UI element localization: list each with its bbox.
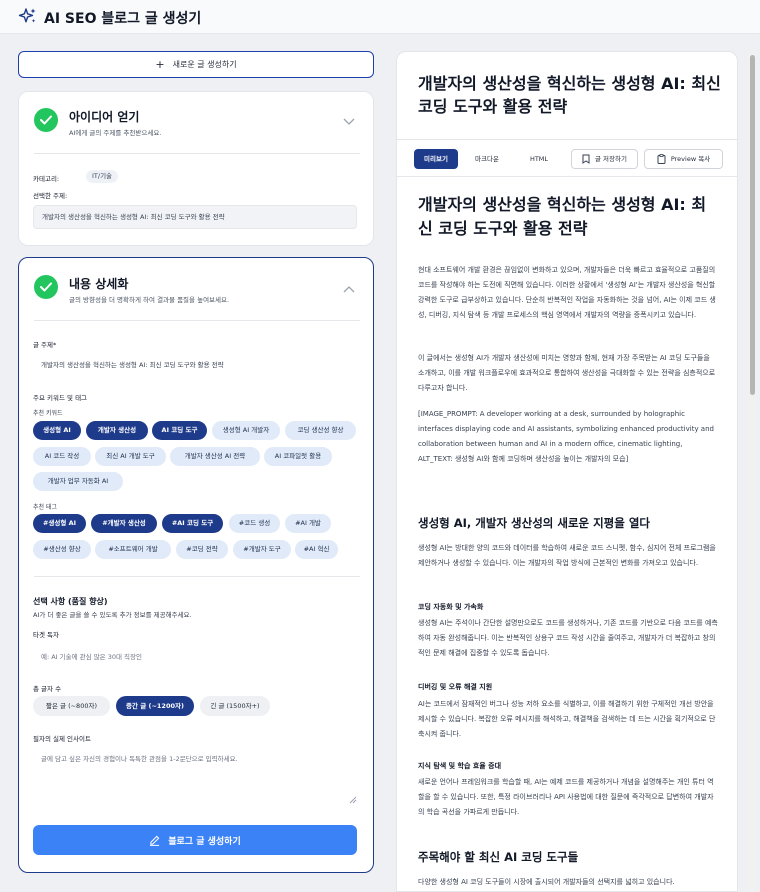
article-paragraph: AI는 코드에서 잠재적인 버그나 성능 저하 요소를 식별하고, 이를 해결하… xyxy=(418,700,716,738)
article-subheading: 코딩 자동화 및 가속화 xyxy=(418,603,484,611)
article-subheading: 디버깅 및 오류 해결 지원 xyxy=(418,683,493,691)
article-paragraph: 다양한 생성형 AI 코딩 도구들이 시장에 출시되어 개발자들의 선택지를 넓… xyxy=(418,878,675,886)
check-circle-icon xyxy=(34,108,58,132)
chevron-up-icon[interactable] xyxy=(343,285,355,293)
keyword-chip[interactable]: 개발자 생산성 AI 전략 xyxy=(170,447,260,466)
divider xyxy=(397,176,737,177)
article-heading: 개발자의 생산성을 혁신하는 생성형 AI: 최신 코딩 도구와 활용 전략 xyxy=(418,195,707,238)
divider xyxy=(34,320,360,321)
category-badge: IT/기술 xyxy=(86,170,119,183)
tag-chip[interactable]: #AI 개발 xyxy=(285,514,331,533)
optional-section-subtitle: AI가 더 좋은 글을 쓸 수 있도록 추가 정보를 제공해주세요. xyxy=(33,611,192,619)
article-section-heading: 생성형 AI, 개발자 생산성의 새로운 지평을 열다 xyxy=(418,516,651,530)
target-reader-label: 타겟 독자 xyxy=(33,631,59,639)
optional-section-title: 선택 사항 (품질 향상) xyxy=(33,597,108,606)
tag-chip[interactable]: #코드 생성 xyxy=(229,514,280,533)
app-title: AI SEO 블로그 글 생성기 xyxy=(44,11,202,27)
tag-chip[interactable]: #코딩 전략 xyxy=(176,540,228,559)
keyword-chip[interactable]: 개발자 업무 자동화 AI xyxy=(33,472,123,491)
step-details-subtitle: 글의 방향성을 더 명확하게 하여 결과물 품질을 높여보세요. xyxy=(69,296,230,304)
selected-topic-box: 개발자의 생산성을 혁신하는 생성형 AI: 최신 코딩 도구와 활용 전략 xyxy=(33,205,357,229)
keyword-chip[interactable]: 코딩 생산성 향상 xyxy=(285,421,356,440)
tag-chip[interactable]: #개발자 도구 xyxy=(233,540,291,559)
save-post-button[interactable]: 글 저장하기 xyxy=(571,149,638,169)
chevron-down-icon[interactable] xyxy=(343,118,355,126)
insight-label: 필자의 실제 인사이트 xyxy=(33,735,91,743)
category-label: 카테고리: xyxy=(33,175,60,183)
keyword-chip[interactable]: 최신 AI 개발 도구 xyxy=(95,447,166,466)
plus-icon: + xyxy=(155,58,165,71)
tab-preview[interactable]: 미리보기 xyxy=(414,149,458,169)
topic-input[interactable]: 개발자의 생산성을 혁신하는 생성형 AI: 최신 코딩 도구와 활용 전략 xyxy=(41,359,224,369)
article-paragraph: 현대 소프트웨어 개발 환경은 끊임없이 변화하고 있으며, 개발자들은 더욱 … xyxy=(418,266,716,319)
divider xyxy=(34,153,360,154)
article-paragraph: 이 글에서는 생성형 AI가 개발자 생산성에 미치는 영향과 함께, 현재 가… xyxy=(418,354,716,392)
tag-label: 추천 태그 xyxy=(33,504,57,511)
step-details-title: 내용 상세화 xyxy=(69,277,129,291)
step-ideas-title: 아이디어 얻기 xyxy=(69,110,140,124)
keyword-section-label: 주요 키워드 및 태그 xyxy=(33,394,88,402)
image-prompt-paragraph: [IMAGE_PROMPT: A developer working at a … xyxy=(418,410,714,463)
keyword-chip[interactable]: AI 코딩 도구 xyxy=(152,421,207,440)
insight-textarea[interactable]: 글에 담고 싶은 자신의 경험이나 독특한 관점을 1-2문단으로 입력하세요. xyxy=(41,753,238,763)
length-label: 총 글자 수 xyxy=(33,685,62,693)
divider xyxy=(34,576,360,577)
target-reader-input[interactable]: 예: AI 기술에 관심 많은 30대 직장인 xyxy=(41,651,142,661)
preview-title: 개발자의 생산성을 혁신하는 생성형 AI: 최신 코딩 도구와 활용 전략 xyxy=(418,74,721,116)
tag-chip[interactable]: #생성형 AI xyxy=(33,514,86,533)
article-paragraph: 새로운 언어나 프레임워크를 학습할 때, AI는 예제 코드를 제공하거나 개… xyxy=(418,778,714,816)
generate-post-label: 블로그 글 생성하기 xyxy=(168,836,241,847)
copy-preview-label: Preview 복사 xyxy=(670,155,711,163)
selected-topic-label: 선택한 주제: xyxy=(33,192,68,200)
sparkle-icon xyxy=(18,8,36,23)
tag-chip[interactable]: #소프트웨어 개발 xyxy=(95,540,171,559)
step-ideas-subtitle: AI에게 글의 주제를 추천받으세요. xyxy=(69,129,162,137)
save-post-label: 글 저장하기 xyxy=(595,155,627,163)
resize-handle-icon[interactable] xyxy=(348,795,357,804)
generate-post-button[interactable]: 블로그 글 생성하기 xyxy=(33,825,357,855)
new-post-label: 새로운 글 생성하기 xyxy=(172,60,237,69)
check-circle-icon xyxy=(34,275,58,299)
tab-html[interactable]: HTML xyxy=(516,149,562,169)
tag-chip[interactable]: #개발자 생산성 xyxy=(91,514,157,533)
scrollbar-thumb[interactable] xyxy=(750,55,755,395)
divider xyxy=(397,139,737,140)
bookmark-icon xyxy=(582,154,590,164)
app-header: AI SEO 블로그 글 생성기 xyxy=(0,0,760,34)
length-medium-button[interactable]: 중간 글 (~1200자) xyxy=(116,696,194,716)
length-short-button[interactable]: 짧은 글 (~800자) xyxy=(33,696,110,716)
tag-chip[interactable]: #AI 혁신 xyxy=(295,540,338,559)
length-long-button[interactable]: 긴 글 (1500자+) xyxy=(200,696,270,716)
keyword-chip[interactable]: 생성형 AI xyxy=(33,421,81,440)
article-section-heading: 주목해야 할 최신 AI 코딩 도구들 xyxy=(418,850,579,864)
keyword-chip[interactable]: AI 코드 작성 xyxy=(33,447,91,466)
step-details-card: 내용 상세화 글의 방향성을 더 명확하게 하여 결과물 품질을 높여보세요. xyxy=(18,257,374,873)
keyword-chip[interactable]: 개발자 생산성 xyxy=(86,421,148,440)
tab-markdown[interactable]: 마크다운 xyxy=(464,149,510,169)
keyword-label: 추천 키워드 xyxy=(33,410,63,417)
keyword-chip[interactable]: 생성형 AI 개발자 xyxy=(212,421,280,440)
clipboard-icon xyxy=(657,154,666,164)
copy-preview-button[interactable]: Preview 복사 xyxy=(644,149,723,169)
article-paragraph: 생성형 AI는 방대한 양의 코드와 데이터를 학습하여 새로운 코드 스니펫,… xyxy=(418,544,716,567)
article-subheading: 지식 탐색 및 학습 효율 증대 xyxy=(418,762,502,770)
edit-icon xyxy=(150,835,160,846)
tag-chip[interactable]: #AI 코딩 도구 xyxy=(162,514,223,533)
tag-chip[interactable]: #생산성 향상 xyxy=(33,540,91,559)
keyword-chip[interactable]: AI 코파일럿 활용 xyxy=(264,447,332,466)
new-post-button[interactable]: + 새로운 글 생성하기 xyxy=(18,51,374,78)
article-paragraph: 생성형 AI는 주석이나 간단한 설명만으로도 코드를 생성하거나, 기존 코드… xyxy=(418,619,718,657)
preview-panel: 개발자의 생산성을 혁신하는 생성형 AI: 최신 코딩 도구와 활용 전략 미… xyxy=(396,51,738,892)
topic-label: 글 주제* xyxy=(33,341,57,349)
